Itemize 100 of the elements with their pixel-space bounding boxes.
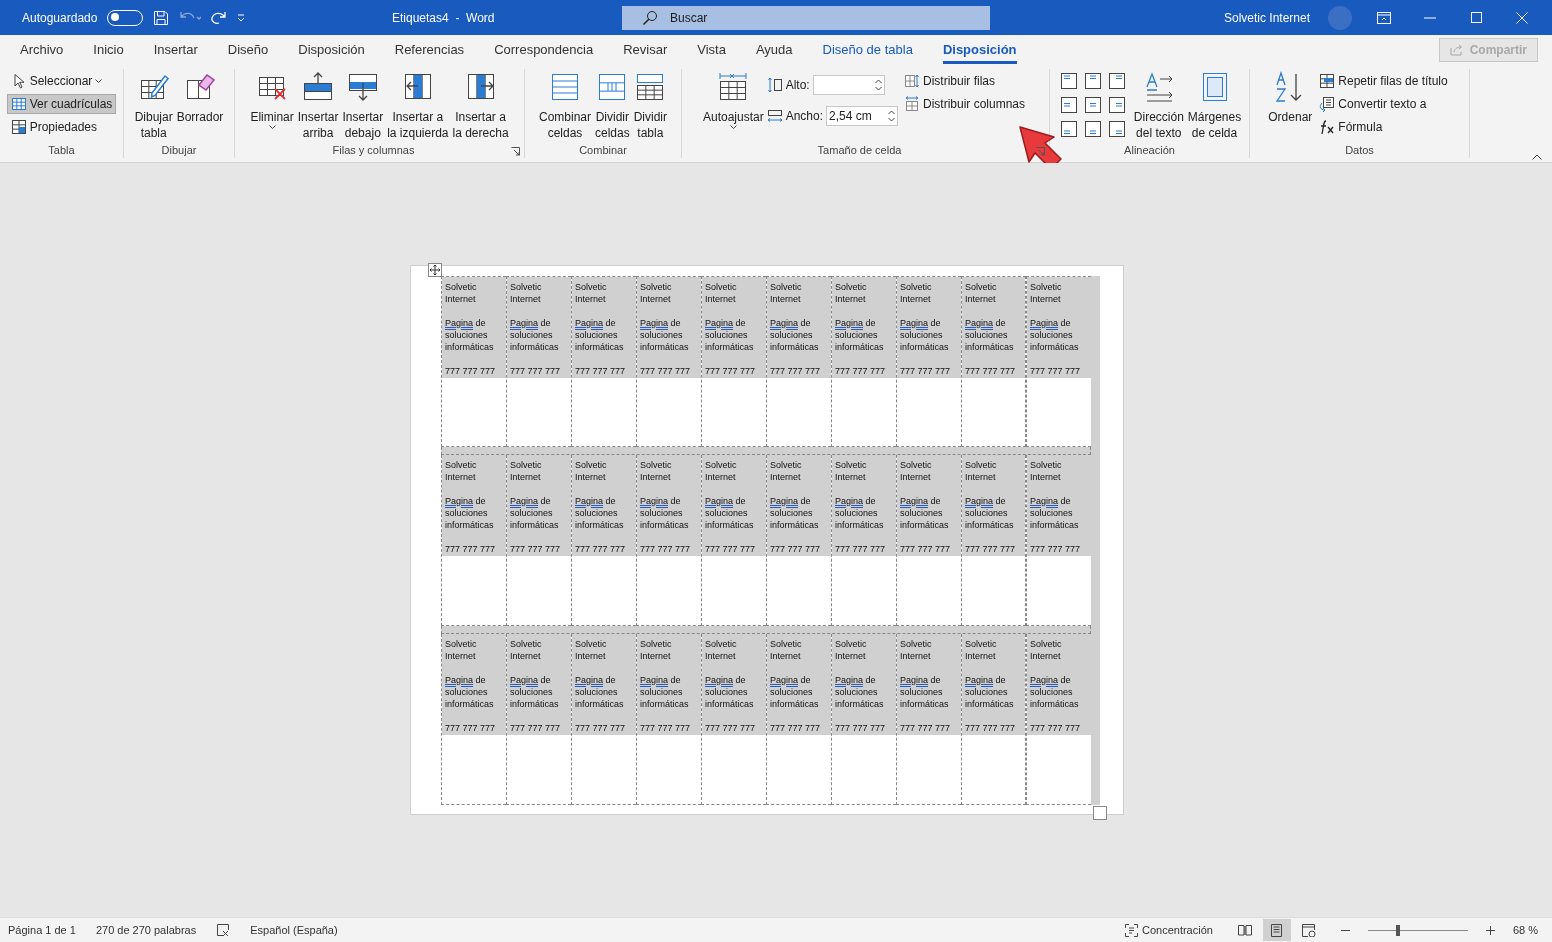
spinner-arrows-icon[interactable] xyxy=(874,79,882,91)
redo-icon[interactable] xyxy=(211,10,228,25)
dialog-launcher-icon[interactable] xyxy=(511,147,520,156)
caret-icon xyxy=(268,125,276,129)
proofing-icon[interactable] xyxy=(216,923,231,937)
company-name: Solvetic Internet xyxy=(510,638,543,662)
save-icon[interactable] xyxy=(153,9,170,26)
ribbon-button[interactable]: Dibujar tabla xyxy=(133,69,174,143)
ribbon-button[interactable]: Ver cuadrículas xyxy=(6,94,117,114)
ribbon-button[interactable]: Distribuir filas xyxy=(900,71,1030,91)
move-handle-icon[interactable] xyxy=(428,263,442,277)
ribbon-button[interactable]: Ordenar xyxy=(1267,69,1314,127)
cell-alignment-icon[interactable] xyxy=(1084,121,1101,137)
ribbon-button[interactable]: Propiedades xyxy=(6,117,117,137)
caret-icon xyxy=(729,125,737,129)
cell-alignment-icon[interactable] xyxy=(1108,97,1125,113)
description: Pagina de soluciones informáticas xyxy=(900,317,950,353)
zoom-in-icon[interactable] xyxy=(1485,925,1495,935)
resize-handle[interactable] xyxy=(1093,806,1107,820)
autofit-table-icon xyxy=(717,71,750,103)
group-label: Combinar xyxy=(578,144,628,158)
ribbon-button[interactable]: Insertar arriba xyxy=(296,69,340,143)
ribbon-button[interactable]: Convertir texto a xyxy=(1315,94,1452,114)
ribbon-button[interactable]: Distribuir columnas xyxy=(900,94,1030,114)
distribute-columns-icon xyxy=(904,96,920,112)
phone-number: 777 777 777 xyxy=(445,722,497,734)
size-input-field[interactable] xyxy=(812,75,885,95)
cell-alignment-icon[interactable] xyxy=(1060,73,1077,89)
spinner-arrows-icon[interactable] xyxy=(888,110,895,122)
ribbon-tab[interactable]: Disposición xyxy=(283,35,380,65)
ribbon-button[interactable]: Repetir filas de título xyxy=(1315,71,1452,91)
group-label: Tabla xyxy=(47,144,76,158)
focus-button[interactable]: Concentración xyxy=(1125,923,1213,937)
ribbon-tab[interactable]: Vista xyxy=(682,35,741,65)
description: Pagina de soluciones informáticas xyxy=(900,495,950,531)
cell-alignment-icon[interactable] xyxy=(1060,121,1077,137)
field-label: Alto: xyxy=(785,78,810,92)
close-icon[interactable] xyxy=(1516,11,1528,24)
company-name: Solvetic Internet xyxy=(770,638,803,662)
ribbon-display-icon[interactable] xyxy=(1377,11,1391,24)
customize-menu-icon[interactable] xyxy=(237,13,246,22)
zoom-thumb[interactable] xyxy=(1395,924,1400,936)
phone-number: 777 777 777 xyxy=(1030,722,1082,734)
ribbon-button[interactable]: Eliminar xyxy=(249,69,295,131)
ribbon-button[interactable]: Combinar celdas xyxy=(537,69,592,143)
convert-icon xyxy=(1319,96,1336,112)
ribbon-tab[interactable]: Insertar xyxy=(138,35,213,65)
search-field[interactable]: Buscar xyxy=(622,5,990,30)
ribbon-button[interactable]: Dividir celdas xyxy=(594,69,631,143)
description: Pagina de soluciones informáticas xyxy=(705,317,755,353)
row-height-icon xyxy=(766,77,783,93)
company-name: Solvetic Internet xyxy=(1030,638,1063,662)
phone-number: 777 777 777 xyxy=(900,365,952,377)
company-name: Solvetic Internet xyxy=(640,638,673,662)
ribbon-button[interactable]: Márgenes de celda xyxy=(1186,69,1243,143)
cell-alignment-icon[interactable] xyxy=(1060,97,1077,113)
company-name: Solvetic Internet xyxy=(965,459,998,483)
ribbon-button[interactable]: Borrador xyxy=(175,69,225,127)
ribbon-tab[interactable]: Disposición xyxy=(927,35,1032,65)
maximize-icon[interactable] xyxy=(1470,12,1482,23)
collapse-ribbon-icon[interactable] xyxy=(1532,154,1542,160)
view-button[interactable] xyxy=(1262,919,1291,941)
company-name: Solvetic Internet xyxy=(900,459,933,483)
description: Pagina de soluciones informáticas xyxy=(510,674,560,710)
minimize-icon[interactable] xyxy=(1424,16,1436,19)
ribbon-tab[interactable]: Diseño de tabla xyxy=(807,35,928,65)
ribbon-button[interactable]: Insertar a la derecha xyxy=(451,69,510,143)
description: Pagina de soluciones informáticas xyxy=(445,495,495,531)
ribbon-button[interactable]: Insertar debajo xyxy=(341,69,385,143)
description: Pagina de soluciones informáticas xyxy=(510,495,560,531)
ribbon-button[interactable]: Insertar a la izquierda xyxy=(386,69,450,143)
ribbon-tab[interactable]: Revisar xyxy=(608,35,683,65)
company-name: Solvetic Internet xyxy=(640,281,673,305)
ribbon-tab[interactable]: Correspondencia xyxy=(479,35,609,65)
zoom-level[interactable]: 68 % xyxy=(1512,924,1538,936)
cell-alignment-icon[interactable] xyxy=(1108,121,1125,137)
description: Pagina de soluciones informáticas xyxy=(1030,317,1080,353)
language[interactable]: Español (España) xyxy=(250,924,338,936)
ribbon-tab[interactable]: Referencias xyxy=(379,35,480,65)
ribbon-tab[interactable]: Inicio xyxy=(78,35,139,65)
cell-alignment-icon[interactable] xyxy=(1084,73,1101,89)
cell-alignment-icon[interactable] xyxy=(1084,97,1101,113)
phone-number: 777 777 777 xyxy=(575,365,627,377)
ribbon-button[interactable]: Fórmula xyxy=(1315,117,1452,137)
function-icon xyxy=(1319,119,1336,135)
company-name: Solvetic Internet xyxy=(575,459,608,483)
description: Pagina de soluciones informáticas xyxy=(705,674,755,710)
description: Pagina de soluciones informáticas xyxy=(770,317,820,353)
ribbon-button[interactable]: Dirección del texto xyxy=(1132,69,1185,143)
ribbon-button[interactable]: Autoajustar xyxy=(701,69,765,131)
word-count[interactable]: 270 de 270 palabras xyxy=(95,924,197,936)
ribbon-tab[interactable]: Diseño xyxy=(212,35,284,65)
ribbon-button[interactable]: Seleccionar xyxy=(6,71,117,91)
ribbon-tab[interactable]: Ayuda xyxy=(740,35,808,65)
size-input-field[interactable]: 2,54 cm xyxy=(826,106,898,126)
phone-number: 777 777 777 xyxy=(965,365,1017,377)
ribbon-button[interactable]: Dividir tabla xyxy=(632,69,669,143)
ribbon-tab[interactable]: Archivo xyxy=(5,35,79,65)
phone-number: 777 777 777 xyxy=(770,722,822,734)
cell-alignment-icon[interactable] xyxy=(1108,73,1125,89)
